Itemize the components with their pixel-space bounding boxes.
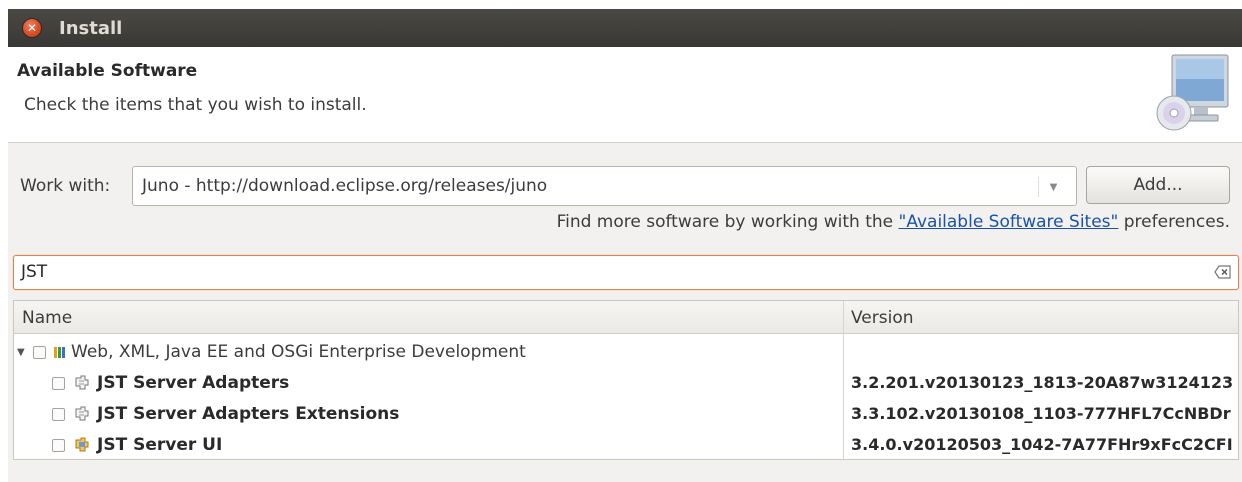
title-bar: ✕ Install [8, 9, 1242, 47]
wizard-header: Available Software Check the items that … [8, 47, 1242, 143]
feature-version: 3.4.0.v20120503_1042-7A77FHr9xFcC2CFI [851, 435, 1233, 454]
feature-icon [75, 375, 89, 390]
close-icon[interactable]: ✕ [22, 18, 42, 38]
feature-name: JST Server Adapters Extensions [97, 404, 400, 424]
feature-version: 3.3.102.v20130108_1103-777HFL7CcNBDr [851, 404, 1231, 423]
checkbox[interactable] [33, 345, 46, 359]
chevron-down-icon[interactable]: ▼ [1038, 177, 1068, 197]
add-site-button[interactable]: Add... [1086, 166, 1230, 204]
feature-name: JST Server UI [97, 435, 223, 455]
filter-input[interactable]: JST [13, 255, 1239, 290]
more-software-prefix: Find more software by working with the [556, 212, 899, 232]
page-title: Available Software [17, 61, 198, 81]
category-icon [54, 346, 65, 358]
software-table: Name Version ▼ Web, XML, Java EE and OSG… [13, 300, 1239, 460]
more-software-suffix: preferences. [1118, 212, 1230, 232]
feature-icon [75, 406, 89, 421]
table-row[interactable]: JST Server Adapters Extensions 3.3.102.v… [14, 399, 1238, 430]
work-with-combo[interactable]: Juno - http://download.eclipse.org/relea… [132, 166, 1077, 206]
install-wizard-icon [1156, 54, 1229, 131]
table-row[interactable]: JST Server Adapters 3.2.201.v20130123_18… [14, 368, 1238, 399]
work-with-value: Juno - http://download.eclipse.org/relea… [142, 176, 548, 196]
window-title: Install [59, 17, 123, 39]
feature-name: JST Server Adapters [97, 373, 290, 393]
checkbox[interactable] [52, 376, 65, 390]
feature-version: 3.2.201.v20130123_1813-20A87w3124123 [851, 373, 1234, 392]
expand-arrow-icon[interactable]: ▼ [17, 347, 27, 358]
feature-ui-icon [75, 437, 89, 452]
checkbox[interactable] [52, 438, 65, 452]
category-name: Web, XML, Java EE and OSGi Enterprise De… [71, 342, 526, 362]
available-software-sites-link[interactable]: "Available Software Sites" [899, 212, 1119, 232]
table-header: Name Version [14, 301, 1238, 334]
clear-icon[interactable] [1214, 265, 1232, 279]
column-header-name[interactable]: Name [22, 308, 72, 328]
column-header-version[interactable]: Version [851, 308, 914, 328]
table-row[interactable]: JST Server UI 3.4.0.v20120503_1042-7A77F… [14, 430, 1238, 459]
table-row-category[interactable]: ▼ Web, XML, Java EE and OSGi Enterprise … [14, 337, 1238, 368]
more-software-line: Find more software by working with the "… [557, 212, 1230, 232]
checkbox[interactable] [52, 407, 65, 421]
page-description: Check the items that you wish to install… [24, 95, 367, 115]
work-with-label: Work with: [20, 176, 111, 196]
filter-value: JST [21, 262, 48, 282]
